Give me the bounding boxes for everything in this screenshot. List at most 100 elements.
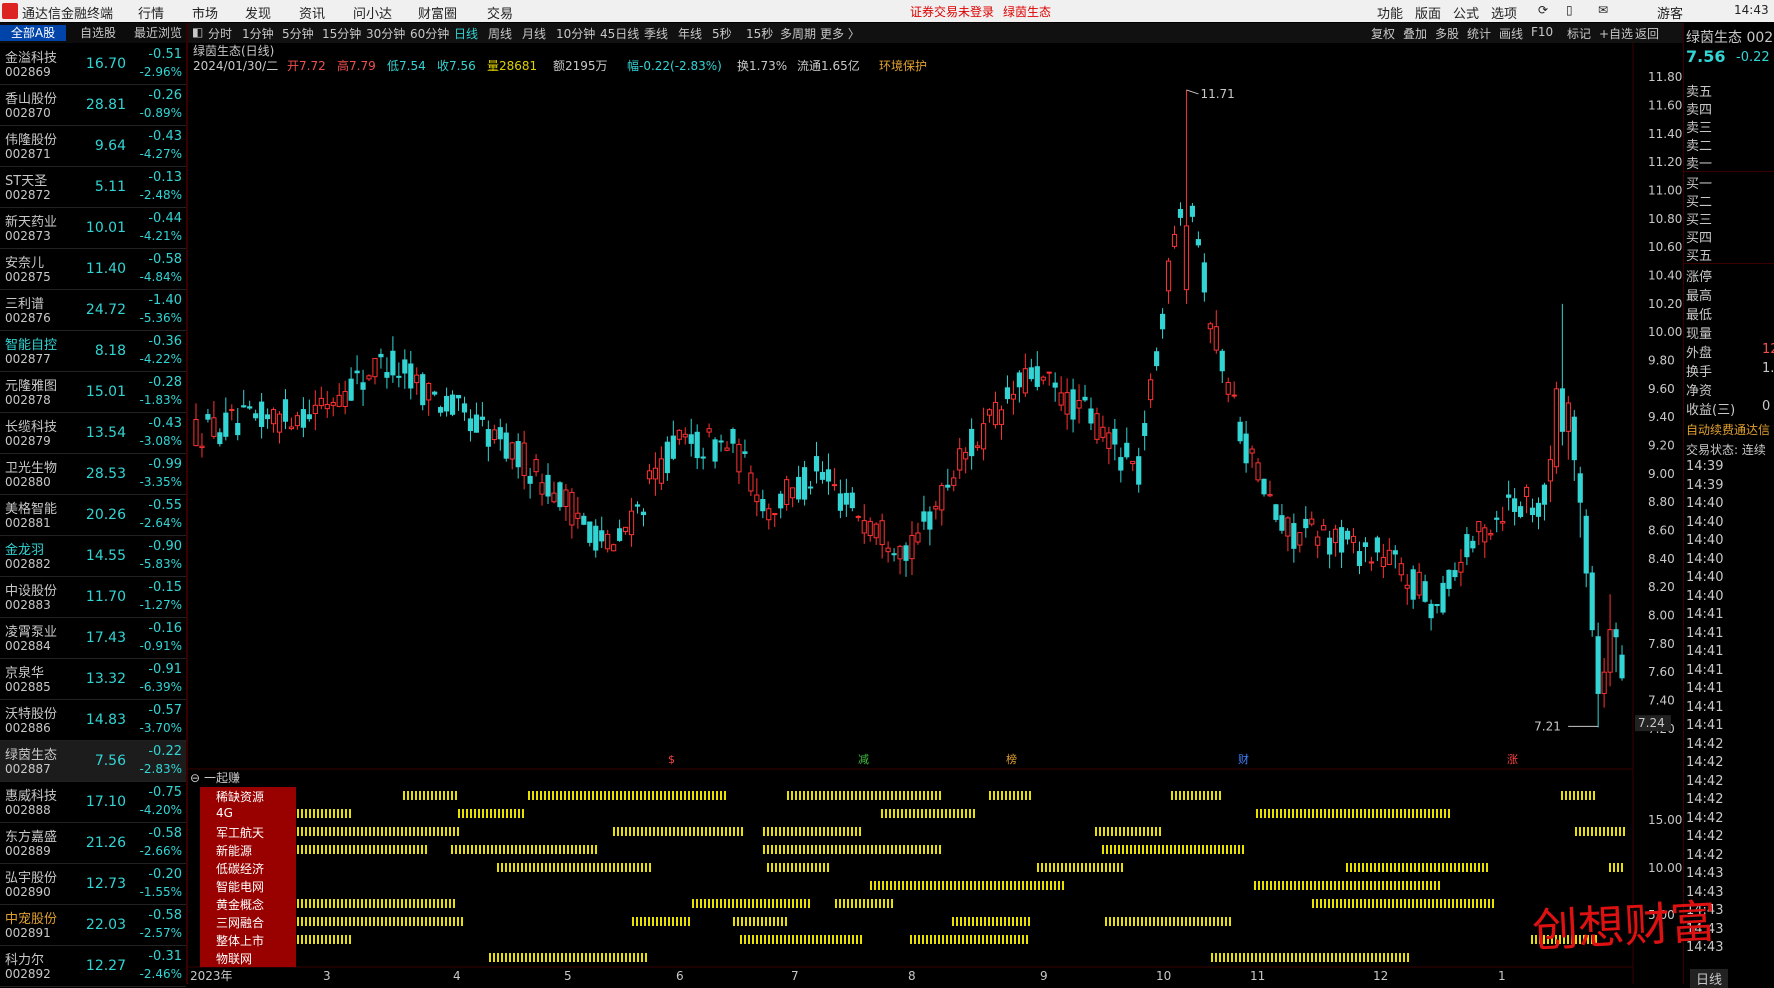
notice-stock[interactable]: 绿茵生态 (1003, 3, 1051, 20)
stock-row[interactable]: 京泉华 002885 13.32 -0.91 -6.39% (0, 659, 186, 700)
event-marker[interactable]: 榜 (1006, 752, 1017, 766)
stock-row[interactable]: 安奈儿 002875 11.40 -0.58 -4.84% (0, 249, 186, 290)
tool-button[interactable]: 叠加 (1403, 25, 1427, 42)
concept-tag[interactable]: 物联网 (216, 950, 252, 967)
tab-all-a[interactable]: 全部A股 (0, 25, 66, 41)
stock-row[interactable]: 凌霄泵业 002884 17.43 -0.16 -0.91% (0, 618, 186, 659)
menu-function[interactable]: 功能 (1377, 3, 1403, 22)
event-marker[interactable]: 财 (1238, 752, 1249, 766)
collapse-icon[interactable]: ⊖ (190, 771, 200, 785)
stock-row[interactable]: 长缆科技 002879 13.54 -0.43 -3.08% (0, 413, 186, 454)
refresh-icon[interactable]: ⟳ (1538, 3, 1548, 17)
event-marker[interactable]: 减 (858, 753, 869, 766)
price-tick: 7.60 (1648, 665, 1675, 679)
stock-row[interactable]: 金龙羽 002882 14.55 -0.90 -5.83% (0, 536, 186, 577)
concept-tick (1093, 863, 1095, 872)
concept-tick (724, 791, 726, 800)
stock-row[interactable]: 科力尔 002892 12.27 -0.31 -2.46% (0, 946, 186, 987)
period-button[interactable]: 5秒 (712, 25, 732, 42)
event-marker[interactable]: 涨 (1507, 753, 1518, 766)
tool-button[interactable]: F10 (1531, 25, 1553, 39)
period-button[interactable]: 60分钟 (410, 25, 449, 42)
period-button[interactable]: 1分钟 (242, 25, 274, 42)
stock-row[interactable]: 香山股份 002870 28.81 -0.26 -0.89% (0, 85, 186, 126)
menu-market[interactable]: 市场 (192, 3, 218, 22)
menu-ask[interactable]: 问小达 (353, 3, 392, 22)
tool-button[interactable]: +自选 (1599, 25, 1633, 42)
stock-row[interactable]: 元隆雅图 002878 15.01 -0.28 -1.83% (0, 372, 186, 413)
stock-row[interactable]: 新天药业 002873 10.01 -0.44 -4.21% (0, 208, 186, 249)
event-marker[interactable]: $ (668, 753, 675, 766)
login-notice[interactable]: 证券交易未登录 (910, 3, 994, 20)
period-button[interactable]: 10分钟 (556, 25, 595, 42)
concept-tick (439, 791, 441, 800)
concept-tick (851, 827, 853, 836)
tab-watchlist[interactable]: 自选股 (68, 25, 128, 41)
stock-row[interactable]: 弘宇股份 002890 12.73 -0.20 -1.55% (0, 864, 186, 905)
period-button[interactable]: 日线 (454, 25, 478, 42)
stock-row[interactable]: 智能自控 002877 8.18 -0.36 -4.22% (0, 331, 186, 372)
sidebar-toggle-icon[interactable]: ◧ (192, 25, 203, 39)
stock-row[interactable]: 沃特股份 002886 14.83 -0.57 -3.70% (0, 700, 186, 741)
mail-icon[interactable]: ✉ (1598, 3, 1608, 17)
concept-tag[interactable]: 稀缺资源 (216, 788, 264, 805)
period-button[interactable]: 多周期 (780, 25, 816, 42)
concept-tag[interactable]: 整体上市 (216, 932, 264, 949)
concept-tick (1468, 899, 1470, 908)
menu-layout[interactable]: 版面 (1415, 3, 1441, 22)
period-button[interactable]: 更多 〉 (820, 25, 860, 42)
period-button[interactable]: 30分钟 (366, 25, 405, 42)
stock-row[interactable]: 金溢科技 002869 16.70 -0.51 -2.96% (0, 44, 186, 85)
period-button[interactable]: 季线 (644, 25, 668, 42)
concept-tick (1476, 899, 1478, 908)
user-label[interactable]: 游客 (1657, 3, 1683, 22)
stock-row[interactable]: 三利谱 002876 24.72 -1.40 -5.36% (0, 290, 186, 331)
tool-button[interactable]: 标记 (1567, 25, 1591, 42)
tool-button[interactable]: 复权 (1371, 25, 1395, 42)
menu-options[interactable]: 选项 (1491, 3, 1517, 22)
concept-tag[interactable]: 新能源 (216, 842, 252, 859)
period-button[interactable]: 分时 (208, 25, 232, 42)
period-button[interactable]: 15分钟 (322, 25, 361, 42)
concept-tag[interactable]: 4G (216, 806, 233, 820)
concept-tag[interactable]: 智能电网 (216, 878, 264, 895)
concept-tick (811, 791, 813, 800)
concept-tick (1424, 809, 1426, 818)
concept-tag[interactable]: 低碳经济 (216, 860, 264, 877)
stock-row[interactable]: 东方嘉盛 002889 21.26 -0.58 -2.66% (0, 823, 186, 864)
stock-row[interactable]: 伟隆股份 002871 9.64 -0.43 -4.27% (0, 126, 186, 167)
period-button[interactable]: 5分钟 (282, 25, 314, 42)
stock-row[interactable]: 惠威科技 002888 17.10 -0.75 -4.20% (0, 782, 186, 823)
period-button[interactable]: 月线 (522, 25, 546, 42)
menu-quotes[interactable]: 行情 (138, 3, 164, 22)
stock-row[interactable]: 美格智能 002881 20.26 -0.55 -2.64% (0, 495, 186, 536)
tab-recent[interactable]: 最近浏览 (130, 25, 186, 41)
menu-wealth[interactable]: 财富圈 (418, 3, 457, 22)
stock-row[interactable]: ST天圣 002872 5.11 -0.13 -2.48% (0, 167, 186, 208)
tool-button[interactable]: 画线 (1499, 25, 1523, 42)
concept-tag[interactable]: 三网融合 (216, 914, 264, 931)
renew-notice[interactable]: 自动续费通达信 (1686, 421, 1770, 438)
menu-formula[interactable]: 公式 (1453, 3, 1479, 22)
period-button[interactable]: 周线 (488, 25, 512, 42)
stock-row[interactable]: 中宠股份 002891 22.03 -0.58 -2.57% (0, 905, 186, 946)
tool-button[interactable]: 返回 (1635, 25, 1659, 42)
phone-icon[interactable]: ▯ (1566, 3, 1573, 17)
stock-row[interactable]: 中设股份 002883 11.70 -0.15 -1.27% (0, 577, 186, 618)
menu-discover[interactable]: 发现 (245, 3, 271, 22)
concept-tag[interactable]: 黄金概念 (216, 896, 264, 913)
concept-tag[interactable]: 军工航天 (216, 824, 264, 841)
tool-button[interactable]: 多股 (1435, 25, 1459, 42)
menu-news[interactable]: 资讯 (299, 3, 325, 22)
tab-daily[interactable]: 日线 (1690, 969, 1729, 988)
concept-tick (297, 917, 299, 926)
kline-chart[interactable]: 绿茵生态(日线)2024/01/30/二 开7.72 高7.79 低7.54 收7.56… (188, 43, 1683, 984)
period-button[interactable]: 15秒 (746, 25, 773, 42)
period-button[interactable]: 年线 (678, 25, 702, 42)
menu-trade[interactable]: 交易 (487, 3, 513, 22)
stock-row[interactable]: 绿茵生态 002887 7.56 -0.22 -2.83% (0, 741, 186, 782)
period-button[interactable]: 45日线 (600, 25, 639, 42)
stock-row[interactable]: 卫光生物 002880 28.53 -0.99 -3.35% (0, 454, 186, 495)
tool-button[interactable]: 统计 (1467, 25, 1491, 42)
tick-time: 14:41 (1686, 644, 1724, 659)
